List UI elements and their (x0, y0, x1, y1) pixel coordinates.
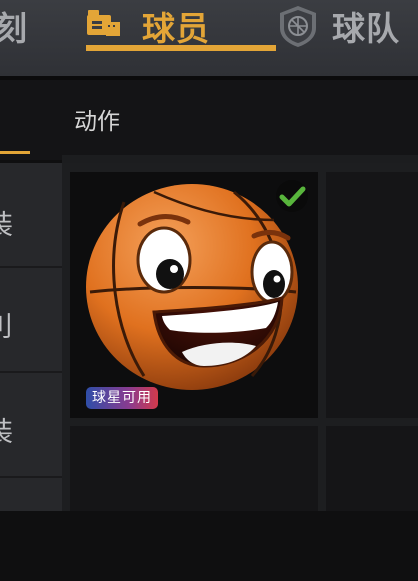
left-menu-item-2[interactable]: 刂 (0, 268, 62, 373)
tab-previous-label: 刻 (0, 8, 28, 48)
left-menu-item-1-label: 装 (0, 203, 13, 242)
section-title: 动作 (74, 109, 120, 135)
left-category-menu: 装 刂 装 (0, 163, 62, 511)
basketball-emote-image (84, 180, 304, 392)
top-nav-bar: 刻 球员 球队 (0, 0, 418, 76)
emote-card[interactable] (326, 172, 418, 418)
left-menu-item-3-label: 装 (0, 410, 13, 449)
star-available-badge: 球星可用 (86, 387, 158, 409)
left-menu-item-3[interactable]: 装 (0, 373, 62, 478)
emote-card[interactable] (70, 426, 318, 511)
sub-tab-indicator (0, 151, 30, 154)
tab-team-label: 球队 (332, 8, 400, 48)
players-tab-underline (86, 45, 276, 51)
tab-previous[interactable]: 刻 (0, 0, 28, 56)
left-menu-item-4[interactable] (0, 478, 62, 581)
team-shield-icon (276, 4, 320, 52)
tab-team[interactable]: 球队 (276, 0, 400, 56)
selected-check-icon (276, 180, 308, 212)
left-menu-item-1[interactable]: 装 (0, 163, 62, 268)
tab-players-label: 球员 (142, 8, 210, 48)
left-menu-item-2-label: 刂 (0, 305, 13, 344)
emote-card[interactable] (326, 426, 418, 511)
header-divider (62, 155, 418, 163)
sub-header (0, 80, 418, 160)
players-icon (86, 8, 134, 48)
